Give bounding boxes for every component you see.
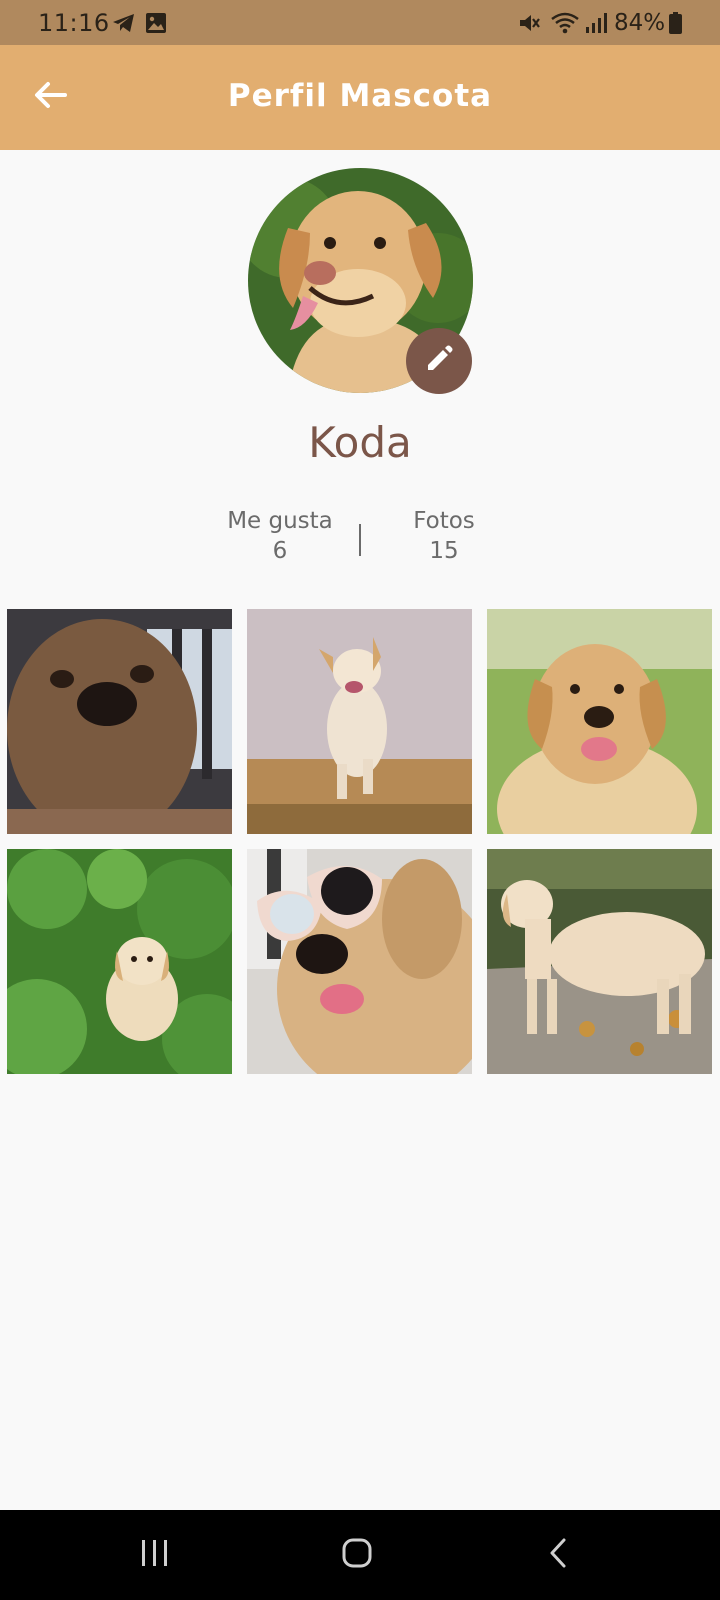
avatar-container bbox=[248, 168, 473, 394]
battery-icon bbox=[669, 12, 682, 38]
page-title: Perfil Mascota bbox=[227, 78, 493, 114]
home-icon bbox=[341, 1537, 373, 1573]
photo-5[interactable] bbox=[247, 849, 472, 1074]
recent-apps-button[interactable] bbox=[125, 1532, 185, 1578]
back-nav-icon bbox=[547, 1537, 569, 1573]
stats-divider bbox=[359, 524, 361, 556]
photos-stat: Fotos 15 bbox=[400, 506, 488, 566]
gallery-icon bbox=[145, 12, 167, 38]
photo-3[interactable] bbox=[487, 609, 712, 834]
photos-value: 15 bbox=[429, 538, 459, 564]
edit-photo-button[interactable] bbox=[406, 328, 472, 394]
likes-label: Me gusta bbox=[227, 508, 333, 534]
photo-6[interactable] bbox=[487, 849, 712, 1074]
home-button[interactable] bbox=[327, 1532, 387, 1578]
system-nav-bar bbox=[0, 1510, 720, 1600]
likes-value: 6 bbox=[272, 538, 288, 564]
status-bar: 11:16 84% bbox=[0, 0, 720, 45]
photo-4[interactable] bbox=[7, 849, 232, 1074]
recent-apps-icon bbox=[140, 1539, 170, 1571]
pencil-icon bbox=[424, 344, 454, 378]
wifi-icon bbox=[550, 12, 580, 38]
status-time: 11:16 bbox=[38, 9, 110, 37]
photos-label: Fotos bbox=[413, 508, 475, 534]
signal-icon bbox=[585, 12, 607, 38]
back-nav-button[interactable] bbox=[528, 1532, 588, 1578]
mute-icon bbox=[518, 12, 542, 38]
app-bar: Perfil Mascota bbox=[0, 45, 720, 150]
pet-name: Koda bbox=[308, 418, 412, 467]
battery-percent: 84% bbox=[614, 10, 666, 36]
telegram-icon bbox=[112, 12, 136, 38]
photo-2[interactable] bbox=[247, 609, 472, 834]
likes-stat: Me gusta 6 bbox=[220, 506, 340, 566]
photo-1[interactable] bbox=[7, 609, 232, 834]
